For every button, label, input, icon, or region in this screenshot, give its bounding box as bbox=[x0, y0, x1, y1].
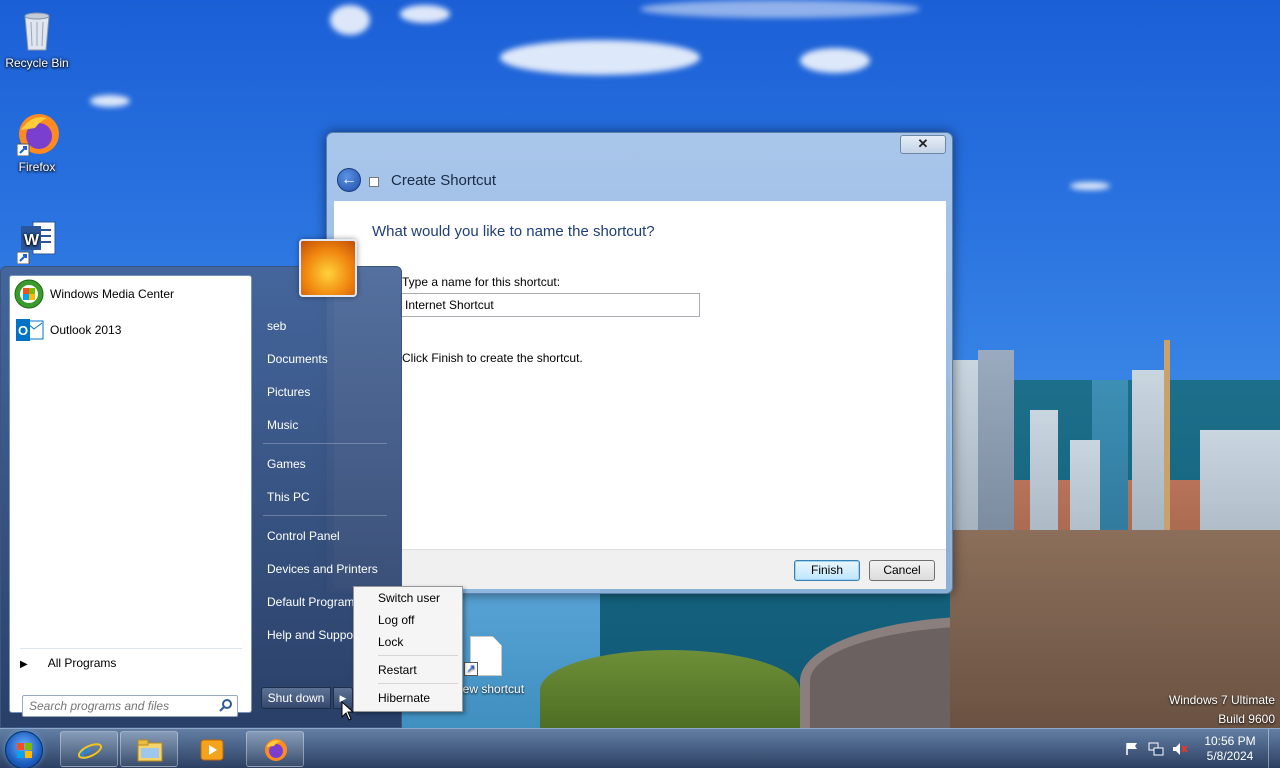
shortcut-name-input[interactable] bbox=[400, 293, 700, 317]
firefox-icon bbox=[16, 112, 59, 157]
desktop-icon-word[interactable]: W bbox=[0, 220, 74, 268]
program-label: Windows Media Center bbox=[50, 287, 175, 301]
cloud bbox=[330, 5, 370, 35]
dialog-body: What would you like to name the shortcut… bbox=[334, 201, 946, 549]
show-desktop-button[interactable] bbox=[1268, 729, 1280, 768]
dialog-hint: Click Finish to create the shortcut. bbox=[402, 351, 583, 365]
cloud bbox=[500, 40, 700, 75]
desktop-icon-firefox[interactable]: Firefox bbox=[0, 112, 74, 174]
taskbar-media-player[interactable] bbox=[182, 731, 240, 767]
menu-item-hibernate[interactable]: Hibernate bbox=[356, 688, 460, 708]
desktop-icon-label: Recycle Bin bbox=[5, 56, 69, 70]
all-programs-label: All Programs bbox=[47, 656, 117, 670]
windows-logo-icon bbox=[17, 743, 32, 758]
media-player-icon bbox=[199, 738, 225, 762]
file-explorer-icon bbox=[137, 738, 163, 762]
finish-button[interactable]: Finish bbox=[794, 560, 860, 581]
start-menu-program-windows-media-center[interactable]: Windows Media Center bbox=[14, 278, 248, 310]
search-input[interactable] bbox=[22, 695, 238, 717]
divider bbox=[378, 683, 458, 684]
create-shortcut-dialog: ✕ ← Create Shortcut What would you like … bbox=[326, 132, 953, 594]
start-menu-music[interactable]: Music bbox=[259, 412, 393, 438]
cloud bbox=[640, 0, 920, 18]
start-button[interactable] bbox=[5, 731, 43, 768]
divider bbox=[263, 443, 387, 444]
program-label: Outlook 2013 bbox=[50, 323, 122, 337]
park bbox=[540, 650, 800, 728]
shutdown-submenu: Switch user Log off Lock Restart Hiberna… bbox=[353, 586, 463, 712]
close-button[interactable]: ✕ bbox=[900, 135, 946, 154]
cancel-button[interactable]: Cancel bbox=[869, 560, 935, 581]
shortcut-name-label: Type a name for this shortcut: bbox=[402, 275, 561, 289]
action-center-flag-icon[interactable] bbox=[1124, 742, 1140, 756]
svg-text:O: O bbox=[18, 323, 28, 338]
back-arrow-icon[interactable]: ← bbox=[337, 168, 361, 192]
start-menu-this-pc[interactable]: This PC bbox=[259, 484, 393, 510]
clock-date: 5/8/2024 bbox=[1206, 749, 1254, 763]
menu-item-lock[interactable]: Lock bbox=[356, 632, 460, 652]
windows-media-center-icon bbox=[14, 279, 44, 309]
start-menu-documents[interactable]: Documents bbox=[259, 346, 393, 372]
taskbar-internet-explorer[interactable]: e bbox=[60, 731, 118, 767]
menu-item-restart[interactable]: Restart bbox=[356, 660, 460, 680]
cloud bbox=[400, 5, 450, 23]
divider bbox=[263, 515, 387, 516]
cloud bbox=[800, 48, 870, 73]
cloud bbox=[90, 95, 130, 107]
mouse-cursor-icon bbox=[341, 700, 355, 724]
user-picture[interactable] bbox=[299, 239, 357, 297]
menu-item-log-off[interactable]: Log off bbox=[356, 610, 460, 630]
shortcut-arrow-icon: ↗ bbox=[464, 662, 478, 676]
start-menu-user-folder[interactable]: seb bbox=[259, 313, 393, 339]
desktop-icon-label: New shortcut bbox=[454, 682, 525, 696]
volume-muted-icon[interactable] bbox=[1172, 742, 1188, 756]
start-menu-pictures[interactable]: Pictures bbox=[259, 379, 393, 405]
menu-item-switch-user[interactable]: Switch user bbox=[356, 588, 460, 608]
dialog-title: Create Shortcut bbox=[391, 172, 497, 189]
start-menu-games[interactable]: Games bbox=[259, 451, 393, 477]
all-programs-button[interactable]: ▶ All Programs bbox=[20, 656, 116, 670]
taskbar-firefox[interactable] bbox=[246, 731, 304, 767]
dialog-footer: Finish Cancel bbox=[334, 549, 946, 589]
search-icon[interactable] bbox=[218, 698, 234, 714]
city-skyline bbox=[950, 170, 1280, 728]
dialog-heading: What would you like to name the shortcut… bbox=[372, 223, 655, 240]
taskbar-file-explorer[interactable] bbox=[120, 731, 178, 767]
shutdown-button[interactable]: Shut down bbox=[261, 687, 331, 709]
recycle-bin-icon bbox=[17, 8, 57, 52]
divider bbox=[20, 648, 242, 649]
taskbar-clock[interactable]: 10:56 PM 5/8/2024 bbox=[1192, 734, 1268, 764]
network-icon[interactable] bbox=[1148, 742, 1164, 756]
internet-explorer-icon: e bbox=[77, 738, 103, 765]
windows-watermark-build: Build 9600 bbox=[1218, 712, 1275, 726]
windows-watermark-edition: Windows 7 Ultimate bbox=[1168, 693, 1275, 707]
start-menu-programs-pane: Windows Media Center O Outlook 2013 ▶ All… bbox=[9, 275, 252, 717]
start-menu-devices-and-printers[interactable]: Devices and Printers bbox=[259, 556, 393, 582]
start-menu: Windows Media Center O Outlook 2013 ▶ All… bbox=[0, 239, 402, 728]
desktop-icon-recycle-bin[interactable]: Recycle Bin bbox=[0, 8, 74, 70]
desktop-icon-label: Firefox bbox=[18, 160, 56, 174]
shortcut-wizard-icon bbox=[369, 177, 379, 187]
start-menu-control-panel[interactable]: Control Panel bbox=[259, 523, 393, 549]
outlook-icon: O bbox=[14, 315, 44, 345]
divider bbox=[378, 655, 458, 656]
firefox-icon bbox=[263, 738, 289, 762]
triangle-right-icon: ▶ bbox=[20, 659, 28, 670]
clock-time: 10:56 PM bbox=[1204, 734, 1256, 748]
word-icon: W bbox=[16, 220, 57, 265]
start-menu-program-outlook[interactable]: O Outlook 2013 bbox=[14, 314, 248, 346]
svg-text:W: W bbox=[24, 232, 40, 249]
taskbar: e 10:56 PM 5/8/2024 bbox=[0, 728, 1280, 768]
